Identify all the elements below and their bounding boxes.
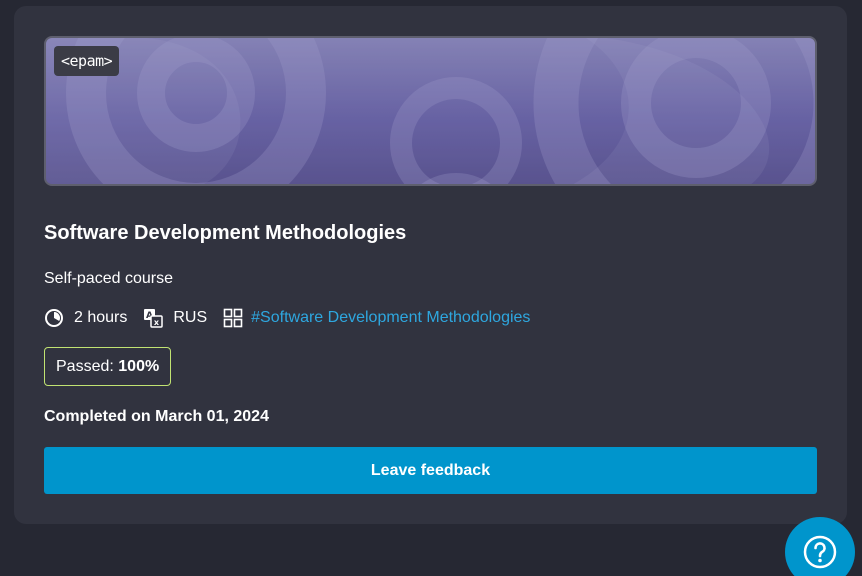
svg-text:x: x bbox=[154, 318, 160, 327]
passed-label: Passed: bbox=[56, 358, 114, 375]
course-tag-link[interactable]: #Software Development Methodologies bbox=[251, 309, 530, 327]
passed-badge: Passed: 100% bbox=[44, 347, 172, 386]
question-mark-icon bbox=[803, 535, 837, 569]
course-duration: 2 hours bbox=[74, 309, 128, 326]
course-type: Self-paced course bbox=[44, 270, 173, 287]
grid-icon bbox=[223, 308, 243, 328]
clock-icon bbox=[44, 308, 64, 328]
completion-date: Completed on March 01, 2024 bbox=[44, 408, 269, 425]
leave-feedback-button[interactable]: Leave feedback bbox=[44, 447, 817, 494]
help-button[interactable] bbox=[785, 517, 855, 576]
course-title: Software Development Methodologies bbox=[44, 222, 407, 244]
course-meta: 2 hours A x RUS #Software Development Me… bbox=[44, 306, 530, 330]
translate-icon: A x bbox=[143, 308, 164, 328]
course-banner: <epam> bbox=[44, 36, 817, 186]
course-language: RUS bbox=[173, 309, 208, 326]
epam-logo: <epam> bbox=[54, 46, 120, 76]
course-card: <epam> Software Development Methodologie… bbox=[14, 6, 847, 524]
banner-swirl-pattern bbox=[46, 38, 815, 184]
passed-score: 100% bbox=[118, 358, 160, 375]
